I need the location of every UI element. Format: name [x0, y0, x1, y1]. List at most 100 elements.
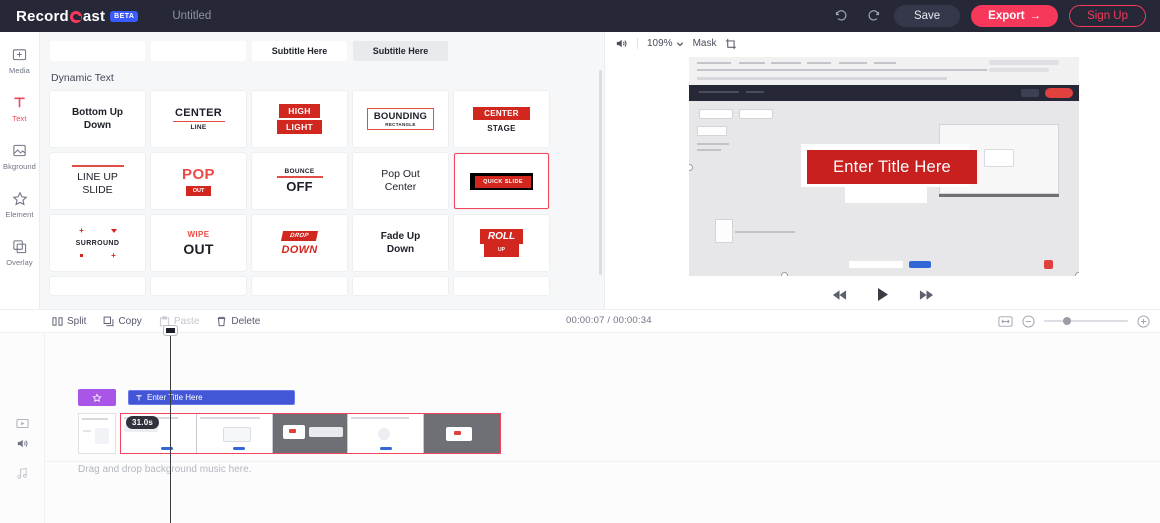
preset-line2: LIGHT — [277, 120, 322, 134]
clip-thumbnail — [424, 414, 500, 453]
sidebar-item-media[interactable]: Media — [0, 46, 40, 75]
preset-line2: Down — [381, 243, 420, 256]
preset-line1: DROP — [281, 231, 318, 241]
preset-bounding-rectangle[interactable]: BOUNDING RECTANGLE — [353, 91, 448, 147]
zoom-slider[interactable] — [1044, 320, 1128, 322]
preset-pop-out[interactable]: POP OUT — [151, 153, 246, 209]
clip-thumbnail — [348, 414, 424, 453]
preset-quick-slide[interactable]: QUICK SLIDE — [454, 153, 549, 209]
signup-button[interactable]: Sign Up — [1069, 5, 1146, 27]
video-canvas[interactable]: Enter Title Here — [689, 57, 1079, 276]
preset-bounce-off[interactable]: BOUNCE OFF — [252, 153, 347, 209]
app-logo[interactable]: Record ast BETA — [16, 8, 138, 25]
zoom-level-dropdown[interactable]: 109% — [647, 38, 684, 49]
zoom-out-icon[interactable] — [1022, 315, 1035, 328]
canvas-handle-bottom-left[interactable] — [781, 272, 788, 276]
subtitle-preset-2[interactable] — [151, 41, 246, 61]
surround-shape: + SURROUND + — [66, 228, 130, 259]
text-clip[interactable]: Enter Title Here — [128, 390, 295, 405]
preset-line2: STAGE — [487, 124, 515, 133]
crop-icon[interactable] — [725, 38, 737, 50]
section-title-dynamic-text: Dynamic Text — [40, 61, 604, 91]
preset-high-light[interactable]: HIGH LIGHT — [252, 91, 347, 147]
preset-line2: OFF — [286, 179, 313, 194]
sidebar-label-background: Bkground — [3, 162, 36, 171]
sidebar-item-overlay[interactable]: Overlay — [0, 238, 40, 267]
video-frame: Enter Title Here — [689, 57, 1079, 276]
preset-line1: BOUNCE — [285, 168, 315, 175]
title-backdrop-bottom — [845, 185, 927, 203]
video-track-icon[interactable] — [16, 417, 29, 430]
video-clip-prev-thumb[interactable] — [78, 413, 116, 454]
subtitle-preset-3[interactable]: Subtitle Here — [252, 41, 347, 61]
preset-partial-1[interactable] — [50, 277, 145, 295]
preset-fade-up-down[interactable]: Fade Up Down — [353, 215, 448, 271]
preview-toolbar: 109% Mask — [606, 32, 1160, 55]
document-title[interactable]: Untitled — [172, 10, 211, 22]
redo-icon[interactable] — [863, 6, 883, 26]
top-bar: Record ast BETA Untitled Save Export → — [0, 0, 1160, 32]
playhead[interactable] — [170, 333, 171, 523]
rule-divider — [277, 176, 323, 178]
preset-partial-4[interactable] — [353, 277, 448, 295]
zoom-in-icon[interactable] — [1137, 315, 1150, 328]
sidebar-item-text[interactable]: Text — [0, 94, 40, 123]
preset-partial-3[interactable] — [252, 277, 347, 295]
music-note-icon[interactable] — [16, 467, 29, 480]
music-track-placeholder[interactable]: Drag and drop background music here. — [78, 464, 251, 475]
preset-surround[interactable]: + SURROUND + — [50, 215, 145, 271]
chevron-down-icon — [676, 40, 684, 48]
preset-partial-2[interactable] — [151, 277, 246, 295]
logo-c-icon — [70, 11, 82, 23]
plus-icon: + — [79, 228, 84, 234]
preset-line-up-slide[interactable]: LINE UP SLIDE — [50, 153, 145, 209]
plus-icon: + — [111, 253, 116, 259]
panel-scrollbar[interactable] — [599, 70, 602, 275]
preset-line2: OUT — [183, 241, 213, 257]
preset-drop-down[interactable]: DROP DOWN — [252, 215, 347, 271]
preset-center-line[interactable]: CENTER LINE — [151, 91, 246, 147]
sidebar-item-element[interactable]: Element — [0, 190, 40, 219]
video-clip-selected[interactable] — [120, 413, 501, 454]
sidebar-label-media: Media — [9, 66, 30, 75]
sidebar-item-background[interactable]: Bkground — [0, 142, 40, 171]
save-button[interactable]: Save — [894, 5, 960, 27]
preset-line1: BOUNDING — [374, 111, 427, 122]
preset-wipe-out[interactable]: WIPE OUT — [151, 215, 246, 271]
rewind-icon[interactable] — [832, 289, 847, 301]
undo-icon[interactable] — [832, 6, 852, 26]
subtitle-preset-1[interactable] — [50, 41, 145, 61]
mask-button[interactable]: Mask — [693, 38, 717, 49]
fit-to-screen-icon[interactable] — [998, 314, 1013, 329]
audio-track-icon[interactable] — [16, 437, 29, 450]
preset-roll-up[interactable]: ROLL UP — [454, 215, 549, 271]
preset-line2: LINE — [190, 124, 206, 131]
split-button[interactable]: Split — [52, 316, 86, 327]
title-overlay[interactable]: Enter Title Here — [807, 150, 977, 184]
recordcast-editor: Record ast BETA Untitled Save Export → — [0, 0, 1160, 523]
fast-forward-icon[interactable] — [919, 289, 934, 301]
logo-text: Record ast — [16, 8, 105, 25]
preset-line1: Fade Up — [381, 230, 420, 243]
preset-bottom-up-down[interactable]: Bottom Up Down — [50, 91, 145, 147]
preset-line1: Bottom Up — [72, 106, 123, 119]
canvas-handle-bottom-right[interactable] — [1075, 272, 1079, 276]
timeline[interactable]: Enter Title Here — [0, 332, 1160, 523]
background-icon — [12, 142, 27, 159]
export-button[interactable]: Export → — [971, 5, 1058, 27]
play-icon[interactable] — [876, 287, 890, 302]
delete-button[interactable]: Delete — [216, 316, 260, 327]
effect-clip[interactable] — [78, 389, 116, 406]
preset-pop-out-center[interactable]: Pop Out Center — [353, 153, 448, 209]
volume-icon[interactable] — [615, 37, 628, 50]
clip-thumbnail — [273, 414, 349, 453]
zoom-slider-handle[interactable] — [1063, 317, 1071, 325]
preset-line2: Down — [72, 119, 123, 132]
copy-button[interactable]: Copy — [103, 316, 141, 327]
subtitle-preset-4[interactable]: Subtitle Here — [353, 41, 448, 61]
logo-suffix: ast — [83, 8, 105, 25]
preset-partial-5[interactable] — [454, 277, 549, 295]
playhead-handle[interactable] — [164, 326, 177, 335]
star-icon — [12, 190, 28, 207]
preset-center-stage[interactable]: CENTER STAGE — [454, 91, 549, 147]
